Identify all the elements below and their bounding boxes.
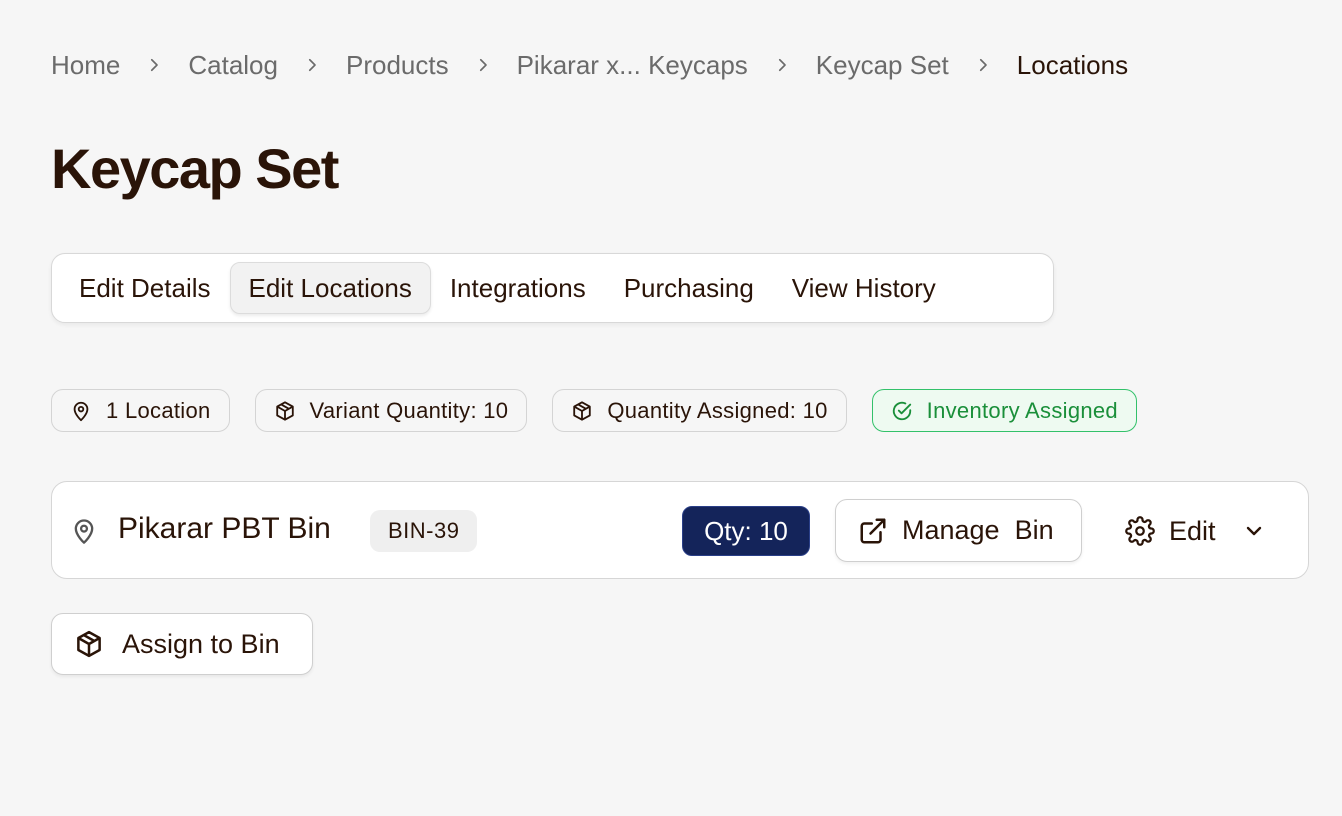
breadcrumb-products[interactable]: Products xyxy=(346,50,449,81)
map-pin-icon xyxy=(74,519,94,544)
variant-quantity-badge: Variant Quantity: 10 xyxy=(254,389,528,432)
bin-name: Pikarar PBT Bin xyxy=(118,512,331,545)
chevron-right-icon xyxy=(748,56,816,74)
chevron-down-icon xyxy=(1246,526,1261,536)
gear-icon xyxy=(1125,516,1155,546)
breadcrumb-variant[interactable]: Keycap Set xyxy=(816,50,949,81)
tab-edit-locations[interactable]: Edit Locations xyxy=(229,262,431,314)
tab-bar: Edit Details Edit Locations Integrations… xyxy=(51,253,1054,323)
quantity-assigned-label: Quantity Assigned: 10 xyxy=(607,397,828,423)
box-icon xyxy=(573,400,592,421)
assign-to-bin-label: Assign to Bin xyxy=(122,628,280,659)
status-badge: Inventory Assigned xyxy=(871,389,1137,432)
breadcrumb-current: Locations xyxy=(1016,49,1129,80)
map-pin-icon xyxy=(73,401,89,421)
box-icon xyxy=(77,630,101,658)
chevron-right-icon xyxy=(949,56,1017,74)
tab-view-history[interactable]: View History xyxy=(773,262,955,314)
location-count-label: 1 Location xyxy=(106,397,211,423)
page-title: Keycap Set xyxy=(51,137,339,200)
variant-quantity-label: Variant Quantity: 10 xyxy=(309,397,509,423)
chevron-right-icon xyxy=(449,56,517,74)
summary-badges: 1 Location Variant Quantity: 10 Quantity… xyxy=(51,389,1162,432)
tab-integrations[interactable]: Integrations xyxy=(431,262,605,314)
chevron-right-icon xyxy=(278,56,346,74)
manage-bin-label: Manage Bin xyxy=(902,515,1054,545)
breadcrumb-product[interactable]: Pikarar x... Keycaps xyxy=(517,50,748,81)
quantity-assigned-badge: Quantity Assigned: 10 xyxy=(552,389,847,432)
edit-menu-button[interactable]: Edit xyxy=(1125,505,1266,557)
chevron-right-icon xyxy=(120,56,188,74)
status-label: Inventory Assigned xyxy=(926,397,1118,423)
manage-bin-button[interactable]: Manage Bin xyxy=(835,499,1082,562)
bin-card: Pikarar PBT Bin BIN-39 Qty: 10 Manage Bi… xyxy=(51,481,1309,579)
external-link-icon xyxy=(860,518,886,543)
check-circle-icon xyxy=(892,401,911,420)
edit-label: Edit xyxy=(1169,515,1216,546)
tab-edit-details[interactable]: Edit Details xyxy=(60,262,230,314)
breadcrumb: Home Catalog Products Pikarar x... Keyca… xyxy=(51,48,1128,82)
assign-to-bin-button[interactable]: Assign to Bin xyxy=(51,613,313,675)
location-count-badge: 1 Location xyxy=(51,389,230,432)
bin-code-badge: BIN-39 xyxy=(370,510,478,552)
tab-purchasing[interactable]: Purchasing xyxy=(605,262,773,314)
box-icon xyxy=(275,400,294,421)
breadcrumb-catalog[interactable]: Catalog xyxy=(188,50,278,81)
qty-badge: Qty: 10 xyxy=(682,506,810,556)
breadcrumb-home[interactable]: Home xyxy=(51,50,120,81)
